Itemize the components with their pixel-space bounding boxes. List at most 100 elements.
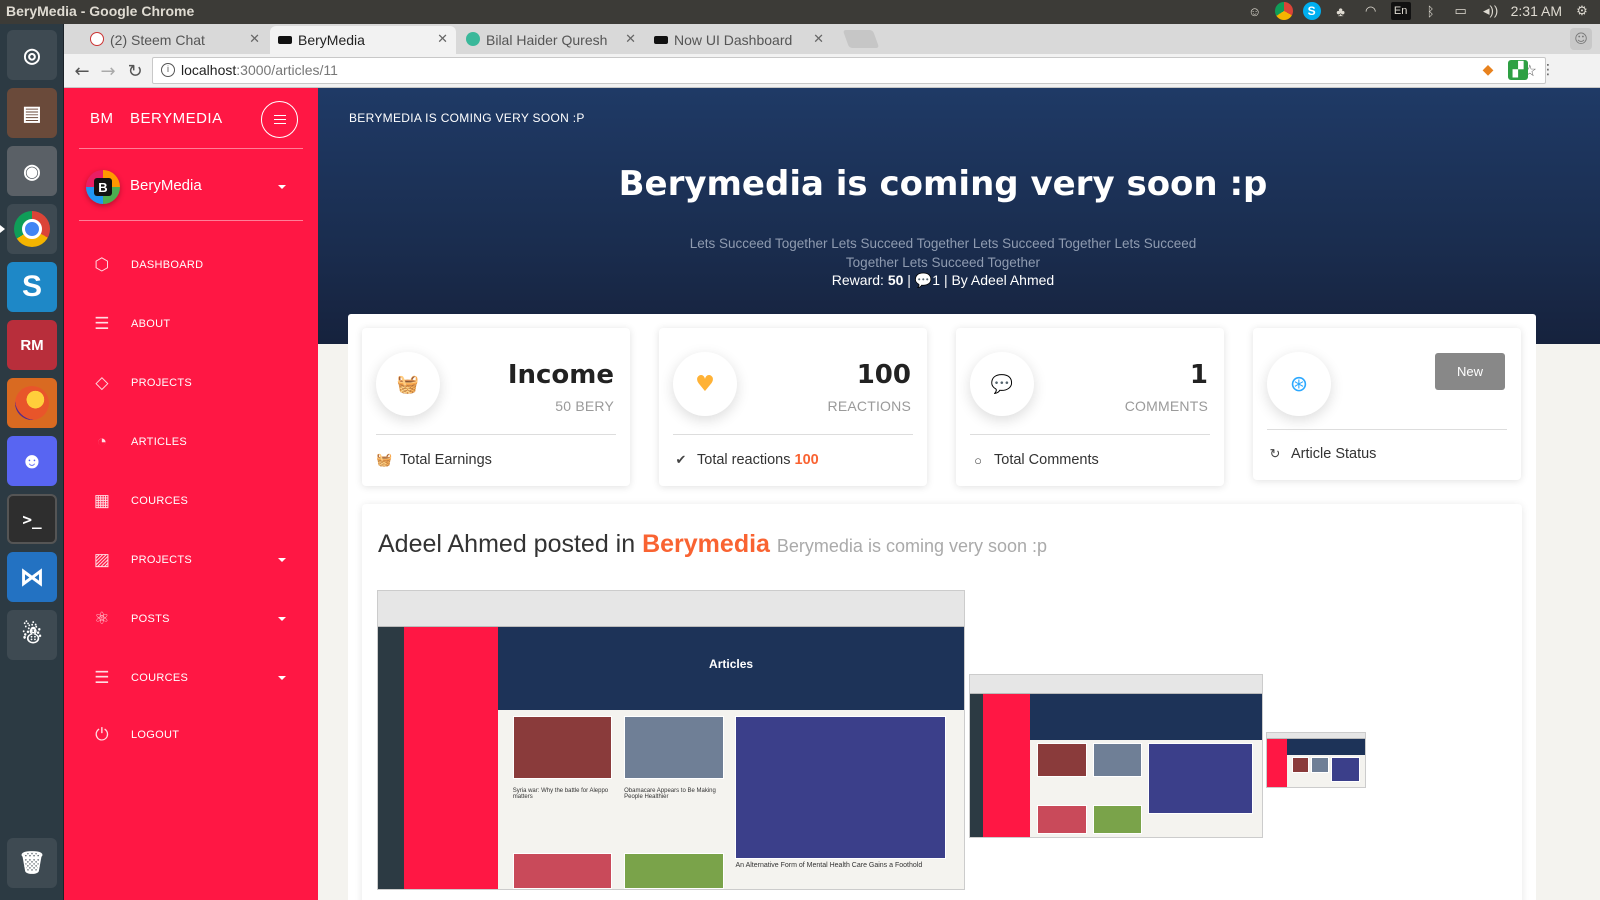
- tab-label: Bilal Haider Quresh: [486, 32, 608, 48]
- tab-strip: (2) Steem Chat ✕ BeryMedia ✕ Bilal Haide…: [64, 24, 1600, 54]
- screenshot-thumb: [1037, 743, 1087, 778]
- extension-icon[interactable]: ▞: [1508, 60, 1528, 80]
- sidebar-item-dashboard[interactable]: ⬡ DASHBOARD: [92, 253, 302, 279]
- stat-footer: ○ Total Comments: [970, 452, 1099, 468]
- post-heading: Adeel Ahmed posted in Berymedia Berymedi…: [378, 530, 1047, 559]
- close-tab-icon[interactable]: ✕: [249, 31, 260, 47]
- power-icon: ⏻: [95, 725, 109, 744]
- trash-icon[interactable]: 🗑: [7, 838, 57, 888]
- skype-tray-icon[interactable]: S: [1302, 2, 1321, 20]
- post-card: Adeel Ahmed posted in Berymedia Berymedi…: [362, 504, 1522, 900]
- clock[interactable]: 2:31 AM: [1511, 3, 1562, 19]
- screenshot-sidebar: [404, 626, 499, 889]
- back-icon[interactable]: ←: [70, 59, 94, 83]
- ubuntu-icon[interactable]: ◎: [7, 30, 57, 80]
- keyboard-language-indicator[interactable]: En: [1390, 2, 1411, 20]
- sidebar-item-label: POSTS: [131, 613, 170, 625]
- metamask-extension-icon[interactable]: ◆: [1478, 60, 1498, 80]
- reload-icon[interactable]: ↻: [123, 59, 147, 83]
- chrome-menu-icon[interactable]: ⋮: [1538, 60, 1558, 80]
- reward-label: Reward:: [831, 272, 884, 288]
- address-bar[interactable]: i localhost:3000/articles/11 ☆: [152, 57, 1546, 84]
- sidebar-divider: [79, 220, 303, 221]
- tab-label: (2) Steem Chat: [110, 32, 205, 48]
- forward-icon[interactable]: →: [96, 59, 120, 83]
- sidebar-item-posts[interactable]: ⚛ POSTS: [92, 607, 302, 633]
- stat-footer-label: Article Status: [1291, 446, 1377, 462]
- profile-icon[interactable]: ☺: [1570, 28, 1592, 50]
- article-description: Lets Succeed Together Lets Succeed Toget…: [689, 236, 1197, 270]
- sidebar-item-projects-menu[interactable]: ▨ PROJECTS: [92, 548, 302, 574]
- chrome-tray-icon[interactable]: [1274, 2, 1293, 20]
- bot-tray-icon[interactable]: ♣: [1331, 2, 1351, 20]
- vscode-icon[interactable]: ⋈: [7, 552, 57, 602]
- sidebar-item-projects[interactable]: ◇ PROJECTS: [92, 371, 302, 397]
- user-profile[interactable]: B BeryMedia: [86, 168, 298, 208]
- tab-berymedia[interactable]: BeryMedia ✕: [270, 26, 456, 54]
- rubymine-icon[interactable]: RM: [7, 320, 57, 370]
- firefox-icon[interactable]: [7, 378, 57, 428]
- menu-icon: [273, 118, 286, 121]
- discord-tray-icon[interactable]: ☺: [1245, 2, 1265, 20]
- info-icon[interactable]: i: [161, 63, 175, 77]
- sidebar-item-label: COURCES: [131, 672, 189, 684]
- article-meta: Reward: 50 | 💬1 | By Adeel Ahmed: [318, 272, 1568, 289]
- close-tab-icon[interactable]: ✕: [813, 31, 824, 47]
- post-image-small[interactable]: [1266, 732, 1366, 788]
- comments-count: 1: [932, 272, 941, 288]
- minimize-sidebar-button[interactable]: [261, 101, 298, 138]
- diamond-icon: ◇: [95, 373, 109, 392]
- tab-bilal[interactable]: Bilal Haider Quresh ✕: [458, 26, 644, 54]
- logo-text[interactable]: BERYMEDIA: [130, 110, 223, 127]
- screenshot-thumb: [1291, 757, 1310, 774]
- skype-icon[interactable]: S: [7, 262, 57, 312]
- files-icon[interactable]: ▤: [7, 88, 57, 138]
- sidebar-item-cources[interactable]: ▦ COURCES: [92, 489, 302, 515]
- screenshot-sidebar: [983, 694, 1030, 837]
- card-divider: [673, 434, 913, 435]
- post-image-medium[interactable]: [969, 674, 1263, 838]
- camera-icon[interactable]: ◉: [7, 146, 57, 196]
- sidebar-item-label: ABOUT: [131, 318, 171, 330]
- sidebar-item-label: DASHBOARD: [131, 259, 204, 271]
- power-settings-icon[interactable]: ⚙: [1572, 2, 1592, 20]
- stat-footer-label: Total reactions: [697, 452, 791, 468]
- tab-steem-chat[interactable]: (2) Steem Chat ✕: [82, 26, 268, 54]
- terminal-icon[interactable]: >_: [7, 494, 57, 544]
- comments-icon: 💬: [914, 272, 933, 288]
- tab-label: BeryMedia: [298, 32, 365, 48]
- sidebar-item-about[interactable]: ☰ ABOUT: [92, 312, 302, 338]
- url-path: :3000/articles/11: [236, 62, 338, 78]
- logo-mini[interactable]: BM: [90, 110, 114, 127]
- navbar-brand[interactable]: BERYMEDIA IS COMING VERY SOON :P: [349, 111, 585, 125]
- sidebar-item-articles[interactable]: ◔ ARTICLES: [92, 430, 302, 456]
- posted-in-text: posted in: [533, 530, 636, 558]
- post-author: Adeel Ahmed: [378, 530, 527, 558]
- sidebar-item-logout[interactable]: ⏻ LOGOUT: [92, 723, 302, 749]
- sidebar-item-cources-menu[interactable]: ☰ COURCES: [92, 666, 302, 692]
- tab-now-ui[interactable]: Now UI Dashboard ✕: [646, 26, 832, 54]
- close-tab-icon[interactable]: ✕: [437, 31, 448, 47]
- status-new-button[interactable]: New: [1435, 353, 1505, 390]
- post-image-large[interactable]: Articles Syria war: Why the battle for A…: [377, 590, 965, 890]
- discord-icon[interactable]: ☻: [7, 436, 57, 486]
- post-category[interactable]: Berymedia: [642, 530, 770, 558]
- screenshot-launcher: [378, 626, 405, 889]
- sidebar-item-label: PROJECTS: [131, 377, 193, 389]
- volume-icon[interactable]: ◂)): [1481, 2, 1501, 20]
- sidebar-item-label: ARTICLES: [131, 436, 187, 448]
- close-tab-icon[interactable]: ✕: [625, 31, 636, 47]
- new-tab-button[interactable]: [842, 30, 880, 48]
- unity-launcher: ◎ ▤ ◉ S RM ☻ >_ ⋈ ☃ 🗑: [0, 24, 64, 900]
- screenshot-thumb: [735, 716, 947, 860]
- bot-icon[interactable]: ☃: [7, 610, 57, 660]
- now-ui-favicon: [654, 36, 668, 44]
- chevron-down-icon: [278, 676, 286, 680]
- bluetooth-icon[interactable]: ᛒ: [1421, 2, 1441, 20]
- card-divider: [1267, 429, 1507, 430]
- chrome-icon[interactable]: [7, 204, 57, 254]
- screenshot-hero: [1287, 739, 1365, 755]
- screenshot-thumb: [1092, 804, 1143, 834]
- wifi-icon[interactable]: ◠: [1361, 2, 1381, 20]
- battery-icon[interactable]: ▭: [1451, 2, 1471, 20]
